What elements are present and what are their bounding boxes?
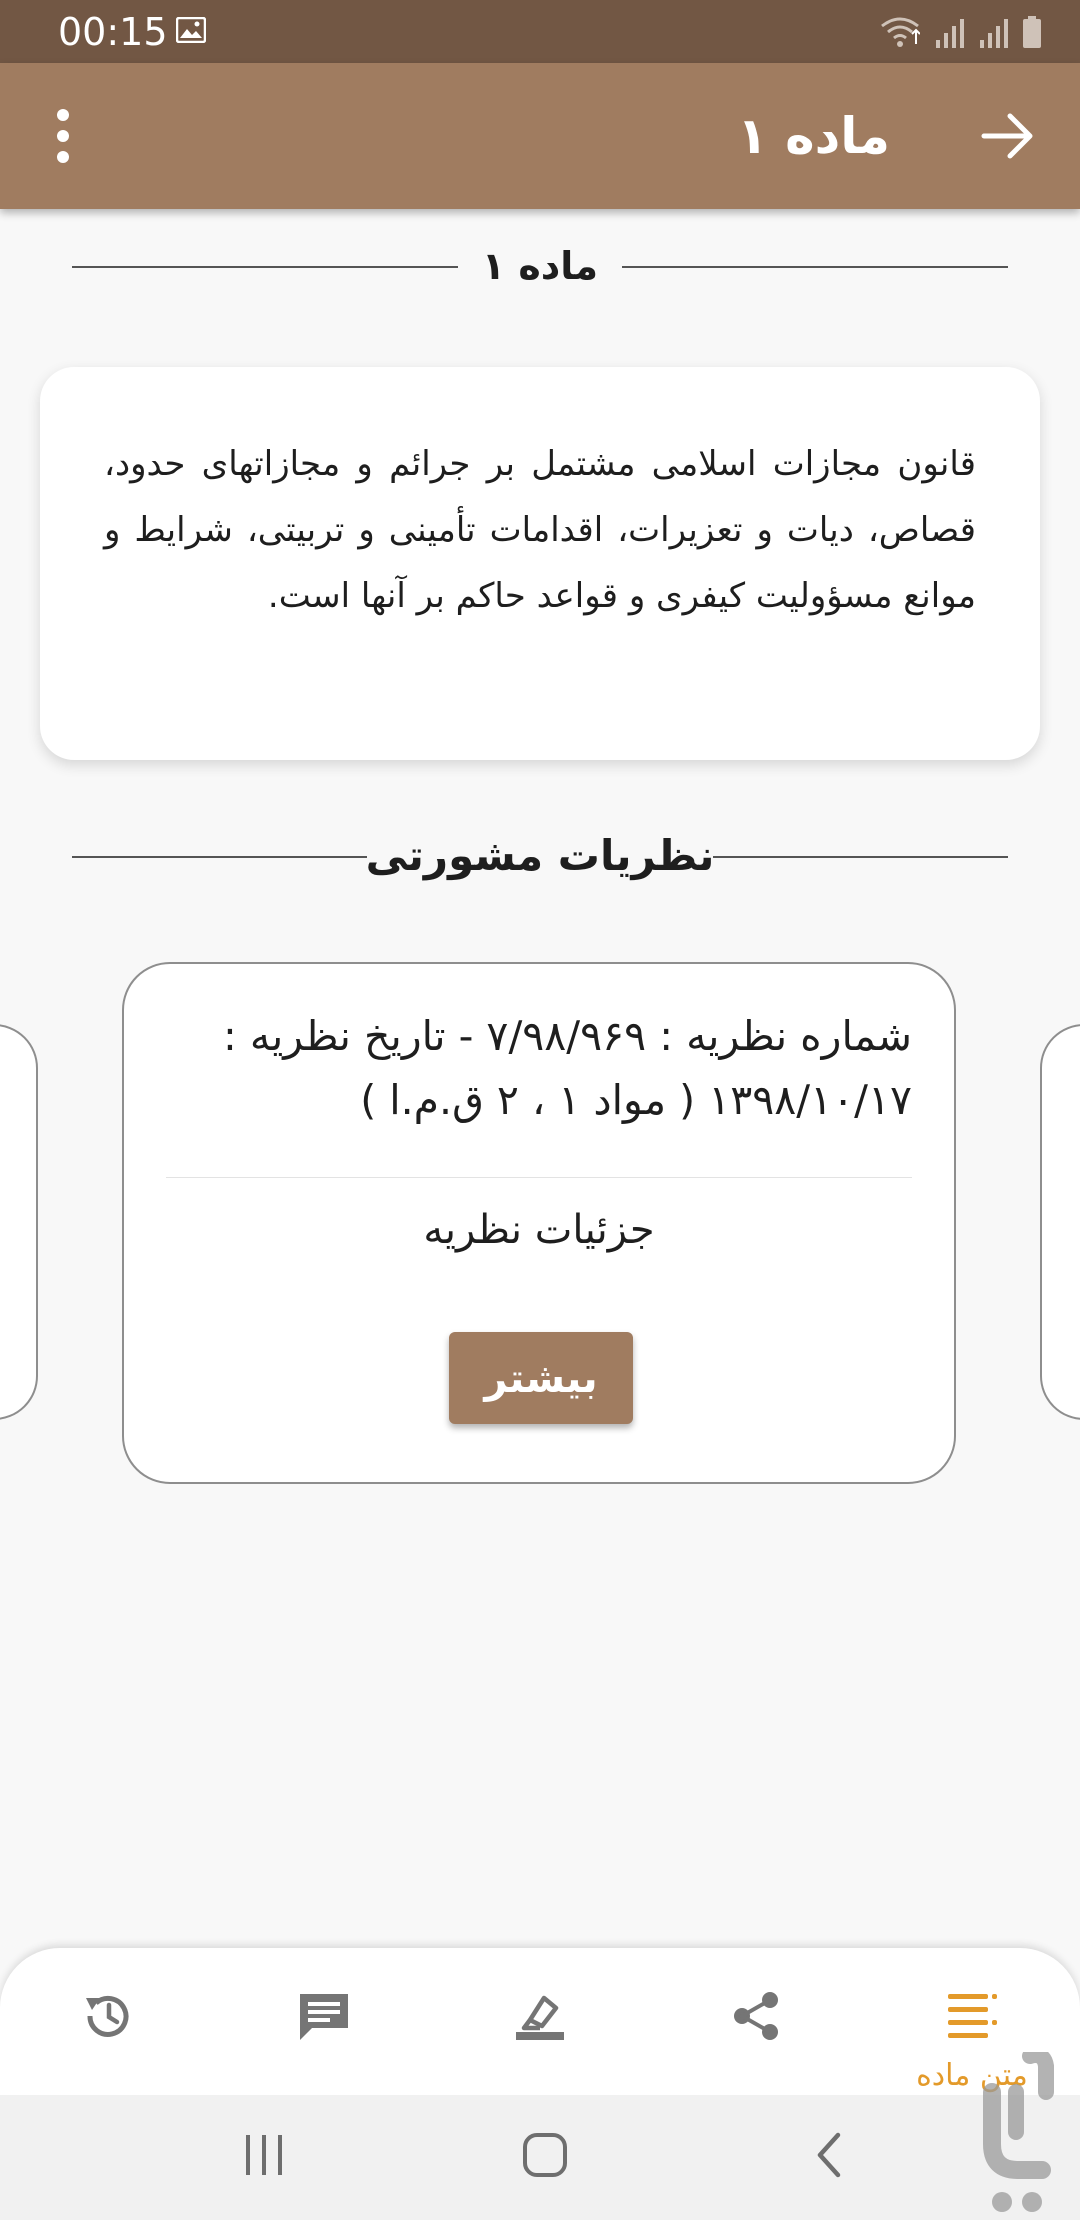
status-time: 00:15 (58, 10, 168, 54)
wifi-icon (881, 17, 920, 47)
article-header-label: ماده ۱ (481, 244, 599, 288)
highlight-icon (516, 1995, 564, 2040)
history-icon (86, 1995, 129, 2037)
battery-icon (1023, 16, 1041, 48)
article-text: قانون مجازات اسلامی مشتمل بر جرائم و مجا… (104, 444, 976, 616)
opinion-divider (166, 1177, 912, 1178)
nav-share[interactable] (696, 1978, 816, 2078)
nav-history[interactable] (48, 1978, 168, 2078)
carousel-prev-card[interactable] (0, 1024, 38, 1420)
opinions-section-header: نظریات مشورتی (72, 826, 1008, 886)
comment-icon (300, 1994, 348, 2040)
opinions-header-label: نظریات مشورتی (365, 831, 715, 880)
opinion-title: شماره نظریه : ۷/۹۸/۹۶۹ - تاریخ نظریه : ۱… (223, 1012, 912, 1124)
signal-icon (980, 19, 1008, 48)
app-bar: ماده ۱ (0, 63, 1080, 209)
article-section-header: ماده ۱ (72, 236, 1008, 296)
system-nav-bar (0, 2095, 1080, 2220)
share-icon (734, 1992, 778, 2040)
signal-icon (936, 19, 964, 48)
opinion-details-label: جزئیات نظریه (423, 1207, 655, 1253)
nav-comments[interactable] (264, 1978, 384, 2078)
more-button[interactable]: بیشتر (449, 1332, 633, 1424)
nav-highlight[interactable] (480, 1978, 600, 2078)
article-card: قانون مجازات اسلامی مشتمل بر جرائم و مجا… (40, 367, 1040, 760)
back-nav-icon[interactable] (800, 2125, 860, 2185)
article-text-icon (948, 1994, 997, 2038)
page-title: ماده ۱ (737, 107, 890, 165)
carousel-next-card[interactable] (1040, 1024, 1080, 1420)
recent-apps-icon[interactable] (234, 2125, 294, 2185)
store-logo-watermark (983, 2052, 1054, 2212)
image-icon (176, 17, 206, 43)
home-icon[interactable] (515, 2125, 575, 2185)
opinion-card: شماره نظریه : ۷/۹۸/۹۶۹ - تاریخ نظریه : ۱… (122, 962, 956, 1484)
arrow-right-icon[interactable] (970, 98, 1046, 174)
more-vertical-icon[interactable] (38, 103, 88, 169)
status-icons (880, 14, 1042, 48)
status-bar: 00:15 (0, 0, 1080, 63)
